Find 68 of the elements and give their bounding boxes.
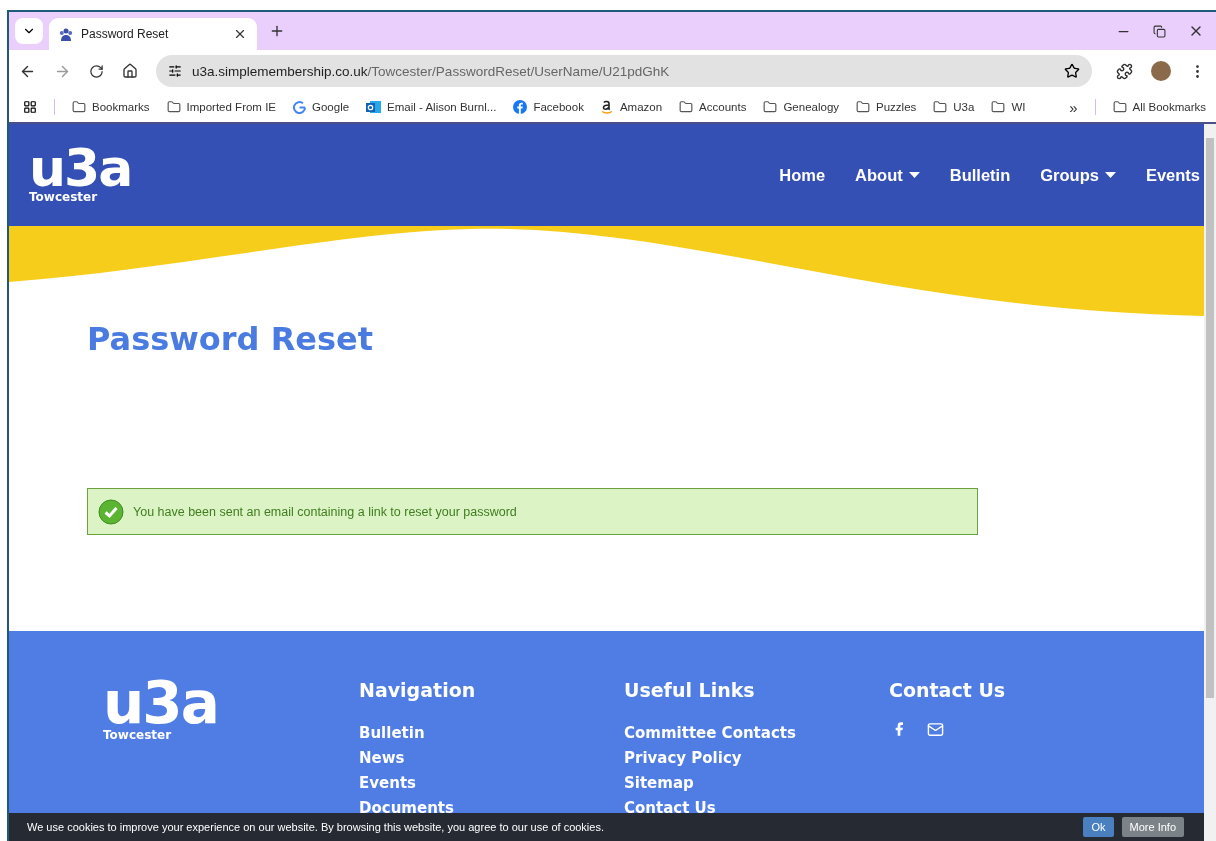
footer-link[interactable]: News — [359, 746, 624, 771]
folder-icon — [856, 100, 871, 114]
site-settings-icon[interactable] — [168, 64, 182, 78]
all-bookmarks[interactable]: All Bookmarks — [1112, 100, 1206, 114]
cookie-notice: We use cookies to improve your experience on our website. By browsing this website, you agree to our use of cookies. — [27, 821, 605, 833]
close-tab-icon[interactable] — [233, 27, 247, 41]
bookmark-item[interactable]: Puzzles — [856, 100, 917, 114]
scrollbar[interactable] — [1204, 124, 1216, 841]
mail-app-icon — [366, 100, 382, 114]
new-tab-icon[interactable] — [269, 23, 285, 39]
restore-icon[interactable] — [1153, 23, 1166, 39]
folder-icon — [679, 100, 694, 114]
apps-grid-icon[interactable] — [23, 100, 37, 114]
u3a-logo: u3a — [103, 679, 219, 729]
more-info-button[interactable]: More Info — [1121, 817, 1184, 837]
caret-icon — [908, 171, 920, 179]
profile-avatar[interactable] — [1151, 61, 1171, 81]
footer-heading: Contact Us — [889, 679, 1007, 701]
nav-link[interactable]: Bulletin — [949, 165, 1011, 185]
bookmark-item[interactable]: Email - Alison Burnl... — [366, 100, 497, 114]
nav-link[interactable]: Groups — [1040, 165, 1116, 185]
alert-message: You have been sent an email containing a link to reset your password — [133, 504, 517, 519]
home-icon[interactable] — [122, 63, 138, 79]
logo-place-name: Towcester — [29, 190, 99, 205]
bookmark-item[interactable]: Genealogy — [763, 100, 840, 114]
facebook-icon — [513, 100, 528, 114]
amazon-icon — [600, 100, 614, 114]
more-bookmarks[interactable]: » — [1069, 98, 1078, 116]
bookmark-item[interactable]: Imported From IE — [166, 100, 276, 114]
folder-icon — [72, 100, 86, 114]
u3a-logo: u3a — [29, 145, 132, 191]
footer-link[interactable]: Privacy Policy — [624, 746, 889, 771]
footer-link[interactable]: Bulletin — [359, 721, 624, 746]
nav-link[interactable]: Events — [1145, 165, 1200, 185]
bookmark-item[interactable]: Facebook — [513, 100, 584, 114]
footer-heading: Useful Links — [624, 679, 756, 701]
address-bar[interactable]: u3a.simplemembership.co.uk/Towcester/PasswordReset/UserName/U21pdGhK — [156, 55, 1092, 87]
nav-link[interactable]: About — [855, 165, 920, 185]
logo-place-name: Towcester — [103, 728, 173, 743]
reload-icon[interactable] — [89, 63, 104, 79]
people-icon — [59, 27, 73, 41]
nav-link[interactable]: Home — [779, 165, 826, 185]
bookmark-item[interactable]: Google — [293, 100, 350, 114]
footer-heading: Navigation — [359, 679, 477, 701]
folder-icon — [933, 100, 948, 114]
bookmark-item[interactable]: Accounts — [679, 100, 747, 114]
folder-icon — [166, 100, 181, 114]
bookmark-star-icon[interactable] — [1064, 63, 1080, 79]
tab-title: Password Reset — [81, 27, 170, 41]
caret-icon — [1104, 171, 1116, 179]
bookmark-item[interactable]: Bookmarks — [72, 100, 150, 114]
bookmark-item[interactable]: Amazon — [600, 100, 663, 114]
ok-button[interactable]: Ok — [1083, 817, 1114, 837]
folder-icon — [763, 100, 778, 114]
google-icon — [293, 100, 306, 114]
page-title: Password Reset — [87, 320, 375, 358]
bookmark-item[interactable]: U3a — [933, 100, 975, 114]
extensions-icon[interactable] — [1116, 62, 1133, 80]
footer-link[interactable]: Events — [359, 771, 624, 796]
browser-tab[interactable]: Password Reset — [49, 18, 257, 50]
footer-link[interactable]: Sitemap — [624, 771, 889, 796]
mail-icon[interactable] — [927, 721, 944, 738]
check-icon — [98, 498, 124, 525]
folder-icon — [1112, 100, 1127, 114]
footer-link[interactable]: Committee Contacts — [624, 721, 889, 746]
bookmark-item[interactable]: WI — [991, 100, 1026, 114]
url-text: u3a.simplemembership.co.uk/Towcester/PasswordReset/UserName/U21pdGhK — [192, 63, 671, 79]
folder-icon — [991, 100, 1006, 114]
